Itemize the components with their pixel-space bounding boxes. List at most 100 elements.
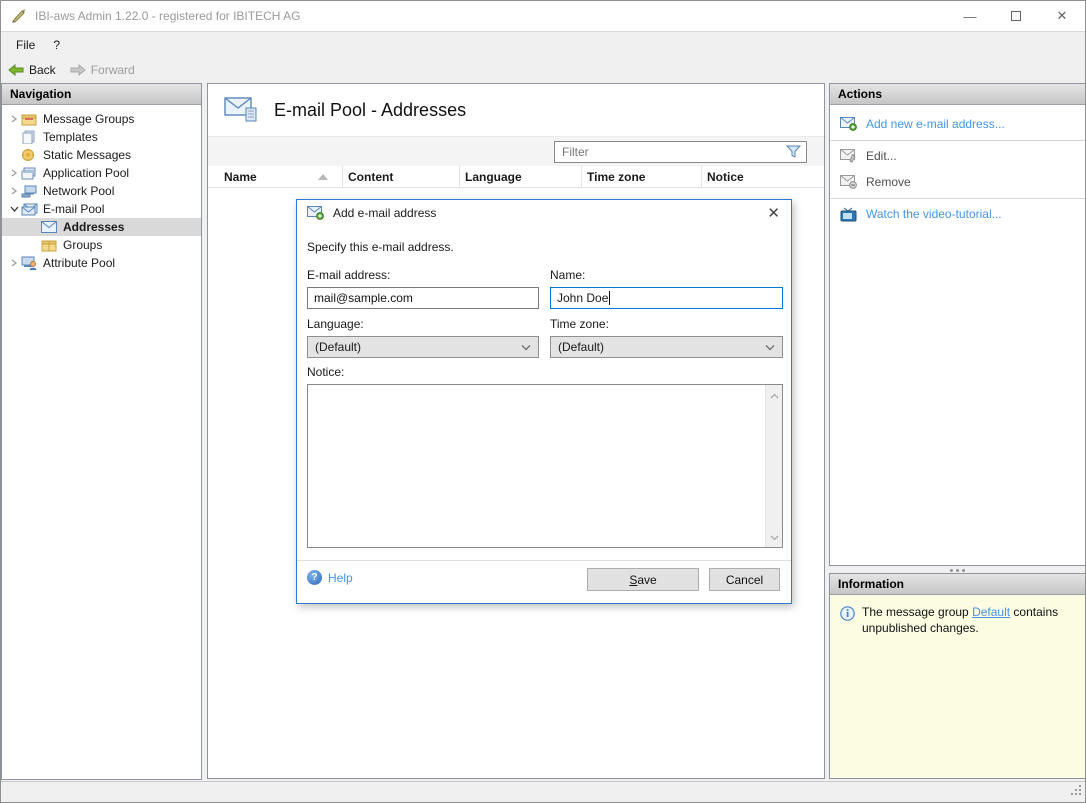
sidebar-item-attribute-pool[interactable]: Attribute Pool [2, 254, 201, 272]
forward-button[interactable]: Forward [63, 59, 142, 81]
sidebar-item-addresses[interactable]: Addresses [2, 218, 201, 236]
back-label: Back [29, 62, 56, 77]
back-button[interactable]: Back [1, 59, 63, 81]
column-header-language[interactable]: Language [460, 166, 582, 187]
save-label: Save [629, 572, 657, 587]
sidebar-item-groups[interactable]: Groups [2, 236, 201, 254]
splitter-grip-icon [950, 568, 965, 572]
notice-label: Notice: [307, 365, 345, 379]
information-message: The message group Default contains unpub… [862, 605, 1075, 636]
dialog-subtitle: Specify this e-mail address. [307, 240, 454, 254]
notice-textarea[interactable] [307, 384, 783, 548]
column-header-content[interactable]: Content [343, 166, 460, 187]
sidebar-item-message-groups[interactable]: Message Groups [2, 110, 201, 128]
navigation-header: Navigation [2, 84, 201, 105]
timezone-dropdown[interactable]: (Default) [550, 336, 783, 358]
main-title-row: E-mail Pool - Addresses [208, 84, 824, 137]
column-label: Notice [707, 169, 744, 184]
scroll-up-icon[interactable] [770, 388, 779, 402]
column-label: Language [465, 169, 522, 184]
information-body: The message group Default contains unpub… [830, 595, 1085, 636]
actions-panel: Actions Add new e-mail address... Edit..… [829, 83, 1085, 566]
network-icon [21, 185, 41, 198]
save-button[interactable]: Save [587, 568, 699, 591]
minimize-button[interactable]: — [947, 1, 993, 31]
close-button[interactable]: ✕ [1039, 1, 1085, 31]
menu-file[interactable]: File [7, 32, 44, 57]
column-header-timezone[interactable]: Time zone [582, 166, 702, 187]
timezone-value: (Default) [558, 340, 605, 354]
attribute-icon [21, 256, 41, 270]
maximize-icon [1011, 11, 1021, 21]
action-edit[interactable]: Edit... [830, 145, 1085, 167]
package-icon [41, 238, 61, 252]
help-label: Help [328, 570, 353, 585]
action-label: Edit... [866, 149, 897, 163]
scroll-down-icon[interactable] [770, 530, 779, 544]
action-label: Add new e-mail address... [866, 117, 1005, 131]
help-icon: ? [307, 570, 322, 585]
chevron-right-icon[interactable] [7, 169, 21, 177]
sidebar-item-label: Message Groups [43, 112, 135, 126]
help-link[interactable]: ? Help [307, 570, 353, 585]
app-logo-icon [10, 7, 28, 25]
info-text-before: The message group [862, 605, 973, 619]
sidebar-item-application-pool[interactable]: Application Pool [2, 164, 201, 182]
title-bar[interactable]: IBI-aws Admin 1.22.0 - registered for IB… [1, 1, 1085, 31]
status-bar [1, 781, 1085, 802]
sidebar-item-templates[interactable]: Templates [2, 128, 201, 146]
email-address-field[interactable] [307, 287, 539, 309]
action-add-new-email-address[interactable]: Add new e-mail address... [830, 113, 1085, 135]
chevron-down-icon[interactable] [7, 205, 21, 213]
column-header-notice[interactable]: Notice [702, 166, 824, 187]
text-caret [609, 291, 611, 305]
separator [830, 140, 1085, 141]
filter-input[interactable] [554, 140, 807, 163]
menu-help[interactable]: ? [44, 32, 69, 57]
action-watch-video-tutorial[interactable]: Watch the video-tutorial... [830, 203, 1085, 225]
window-title: IBI-aws Admin 1.22.0 - registered for IB… [35, 9, 301, 23]
filter-funnel-icon[interactable] [785, 145, 802, 161]
dialog-close-button[interactable]: ✕ [767, 204, 780, 222]
email-address-input[interactable] [314, 291, 532, 305]
sidebar-item-network-pool[interactable]: Network Pool [2, 182, 201, 200]
column-header-name[interactable]: Name [208, 166, 343, 187]
sidebar-item-email-pool[interactable]: E-mail Pool [2, 200, 201, 218]
timezone-label: Time zone: [550, 317, 609, 331]
chevron-right-icon[interactable] [7, 187, 21, 195]
language-dropdown[interactable]: (Default) [307, 336, 539, 358]
sidebar-item-static-messages[interactable]: Static Messages [2, 146, 201, 164]
information-header: Information [830, 574, 1085, 595]
default-group-link[interactable]: Default [972, 605, 1010, 619]
cancel-button[interactable]: Cancel [709, 568, 780, 591]
separator [830, 198, 1085, 199]
table-header: Name Content Language Time zone Notice [208, 166, 824, 188]
name-field[interactable]: John Doe [550, 287, 783, 309]
column-label: Name [224, 169, 257, 184]
menu-bar: File ? [1, 31, 1085, 57]
column-label: Time zone [587, 169, 646, 184]
column-label: Content [348, 169, 394, 184]
action-label: Remove [866, 175, 911, 189]
chevron-right-icon[interactable] [7, 259, 21, 267]
action-remove[interactable]: Remove [830, 171, 1085, 193]
sidebar-item-label: Network Pool [43, 184, 115, 198]
tv-icon [840, 207, 857, 221]
action-label: Watch the video-tutorial... [866, 207, 1002, 221]
toolbar: Back Forward [1, 57, 1085, 82]
sidebar-item-label: Addresses [63, 220, 125, 234]
remove-email-icon [840, 175, 857, 189]
dialog-title-row: Add e-mail address [307, 206, 436, 220]
add-email-icon [840, 117, 857, 131]
app-window: IBI-aws Admin 1.22.0 - registered for IB… [0, 0, 1086, 803]
sidebar-item-label: Templates [43, 130, 98, 144]
navigation-panel: Navigation Message Groups Templates Stat… [1, 83, 202, 780]
scrollbar[interactable] [765, 385, 782, 547]
chevron-down-icon [521, 340, 531, 354]
resize-grip[interactable] [1070, 784, 1082, 799]
chevron-right-icon[interactable] [7, 115, 21, 123]
info-icon [840, 606, 855, 621]
maximize-button[interactable] [993, 1, 1039, 31]
email-addresses-icon [224, 97, 257, 122]
filter-box [554, 140, 807, 163]
